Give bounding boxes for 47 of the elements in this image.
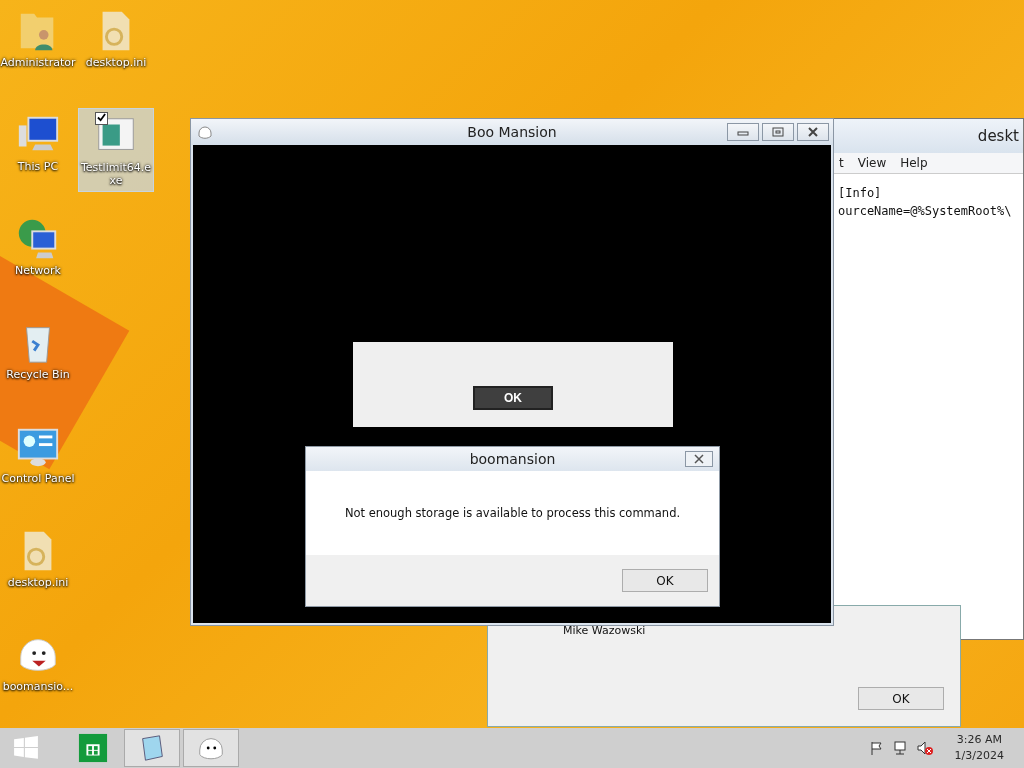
icon-label: desktop.ini bbox=[84, 56, 148, 69]
icon-label: Testlimit64.exe bbox=[79, 161, 153, 187]
checkbox[interactable] bbox=[95, 112, 108, 125]
close-icon bbox=[807, 127, 819, 137]
close-button[interactable] bbox=[685, 451, 713, 467]
text-line: ourceName=@%SystemRoot%\ bbox=[838, 203, 1013, 220]
desktop-icon[interactable]: desktop.ini bbox=[0, 524, 76, 608]
close-button[interactable] bbox=[797, 123, 829, 141]
text-line: [Info] bbox=[838, 185, 883, 202]
ok-button[interactable]: OK bbox=[473, 386, 553, 410]
icon-label: boomansio... bbox=[1, 680, 75, 693]
icon-label: Administrator bbox=[0, 56, 76, 69]
menu-item[interactable]: View bbox=[857, 156, 887, 170]
window-title: Boo Mansion bbox=[466, 124, 558, 140]
desktop-icon[interactable]: Control Panel bbox=[0, 420, 76, 504]
restore-icon bbox=[772, 127, 784, 137]
message-text: Not enough storage is available to process this command. bbox=[344, 506, 681, 520]
network-icon[interactable] bbox=[892, 740, 909, 756]
window-title: deskt bbox=[977, 127, 1019, 145]
minimize-icon bbox=[737, 128, 749, 136]
flag-icon[interactable] bbox=[868, 740, 885, 756]
ok-button[interactable]: OK bbox=[622, 569, 708, 592]
icon-label: desktop.ini bbox=[6, 576, 70, 589]
speaker-muted-icon[interactable] bbox=[916, 740, 933, 756]
icon-label: Recycle Bin bbox=[5, 368, 71, 381]
close-icon bbox=[693, 454, 705, 464]
desktop-icon[interactable]: Testlimit64.exe bbox=[78, 108, 154, 192]
checkmark-icon bbox=[97, 113, 106, 122]
icon-label: Control Panel bbox=[0, 472, 76, 485]
icon-label: This PC bbox=[16, 160, 60, 173]
window-title: boomansion bbox=[469, 451, 556, 467]
menu-item[interactable]: t bbox=[839, 156, 844, 170]
ghost-icon bbox=[197, 124, 213, 140]
desktop-icon[interactable]: desktop.ini bbox=[78, 4, 154, 88]
desktop-icon[interactable]: This PC bbox=[0, 108, 76, 192]
minimize-button[interactable] bbox=[727, 123, 759, 141]
clock-time[interactable]: 3:26 AM bbox=[956, 732, 1002, 748]
desktop-icon[interactable]: Recycle Bin bbox=[0, 316, 76, 400]
desktop-icon[interactable]: Network bbox=[0, 212, 76, 296]
desktop-icon[interactable]: boomansio... bbox=[0, 628, 76, 712]
ok-button[interactable]: OK bbox=[858, 687, 944, 710]
notepad-icon[interactable] bbox=[124, 729, 180, 767]
desktop-icon[interactable]: Administrator bbox=[0, 4, 76, 88]
icon-label: Network bbox=[14, 264, 62, 277]
menu-item[interactable]: Help bbox=[900, 156, 928, 170]
clock-date[interactable]: 1/3/2024 bbox=[954, 748, 1004, 764]
dialog-text: Mike Wazowski bbox=[563, 624, 646, 637]
